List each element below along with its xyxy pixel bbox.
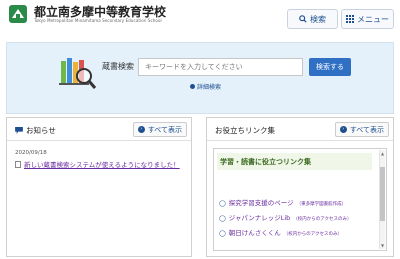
document-icon [15, 160, 21, 168]
books-magnifier-icon [59, 58, 97, 89]
site-header: 都立南多摩中等教育学校 Tokyo Metropolitan Minamitam… [0, 0, 400, 38]
links-heading: 学習・読書に役立つリンク集 [217, 153, 372, 170]
search-icon [299, 15, 307, 23]
news-item-link[interactable]: 新しい蔵書検索システムが使えるようになりました！ [15, 159, 180, 169]
links-title-label: お役立ちリンク集 [215, 126, 275, 135]
scroll-down-arrow-icon[interactable]: ▼ [380, 243, 385, 248]
news-item-label: 新しい蔵書検索システムが使えるようになりました！ [24, 161, 180, 169]
scrollbar-thumb[interactable] [380, 167, 385, 221]
header-menu-button[interactable]: メニュー [341, 9, 394, 29]
link-item-label: ジャパンナレッジLib [228, 214, 291, 222]
bullet-icon: ◯ [219, 200, 226, 207]
link-item-tankyu[interactable]: ◯ 探究学習支援のページ （東多摩学図書館作成） [219, 197, 346, 207]
link-item-note: （校内からのアクセスのみ） [293, 217, 352, 222]
news-title: お知らせ [15, 125, 56, 136]
news-show-all-button[interactable]: › すべて表示 [132, 122, 187, 137]
school-subtitle: Tokyo Metropolitan Minamitama Secondary … [34, 18, 162, 23]
link-item-label: 朝日けんさくくん [228, 229, 281, 237]
catalog-search-panel: 蔵書検索 検索する 詳細検索 [6, 42, 394, 114]
links-scroll-box[interactable]: 学習・読書に役立つリンク集 ◯ 探究学習支援のページ （東多摩学図書館作成） ◯… [213, 148, 387, 251]
catalog-search-button[interactable]: 検索する [309, 58, 351, 76]
header-search-button[interactable]: 検索 [287, 9, 338, 29]
link-item-label: 探究学習支援のページ [228, 199, 294, 207]
scrollbar[interactable]: ▲ ▼ [379, 150, 385, 249]
links-panel: お役立ちリンク集 › すべて表示 学習・読書に役立つリンク集 ◯ 探究学習支援の… [206, 117, 394, 257]
link-item-note: （東多摩学図書館作成） [296, 202, 347, 207]
bullet-icon: ◯ [219, 215, 226, 222]
bullet-icon: ◯ [219, 230, 226, 237]
news-date: 2020/09/18 [15, 150, 47, 156]
news-show-all-label: すべて表示 [147, 125, 182, 134]
links-panel-header: お役立ちリンク集 › すべて表示 [207, 118, 393, 141]
catalog-search-input[interactable] [138, 58, 303, 76]
header-menu-label: メニュー [357, 14, 389, 24]
link-item-asahi[interactable]: ◯ 朝日けんさくくん （校内からのアクセスのみ） [219, 227, 342, 237]
grid-menu-icon [346, 15, 354, 23]
arrow-circle-icon [190, 84, 195, 89]
header-search-label: 検索 [310, 14, 326, 24]
advanced-search-label: 詳細検索 [197, 84, 222, 91]
links-title: お役立ちリンク集 [215, 125, 275, 136]
advanced-search-link[interactable]: 詳細検索 [190, 82, 221, 91]
catalog-search-label: 蔵書検索 [102, 62, 134, 71]
link-item-note: （校内からのアクセスのみ） [283, 232, 342, 237]
links-show-all-label: すべて表示 [349, 125, 384, 134]
links-show-all-button[interactable]: › すべて表示 [334, 122, 389, 137]
news-panel-header: お知らせ › すべて表示 [7, 118, 191, 141]
scroll-up-arrow-icon[interactable]: ▲ [380, 151, 385, 156]
school-logo-icon[interactable] [8, 4, 28, 24]
news-panel: お知らせ › すべて表示 2020/09/18 新しい蔵書検索システムが使えるよ… [6, 117, 192, 257]
chevron-right-icon: › [339, 126, 347, 133]
news-title-label: お知らせ [26, 126, 56, 135]
speech-bubble-icon [15, 127, 23, 134]
chevron-right-icon: › [137, 126, 145, 133]
link-item-japanknowledge[interactable]: ◯ ジャパンナレッジLib （校内からのアクセスのみ） [219, 212, 352, 222]
